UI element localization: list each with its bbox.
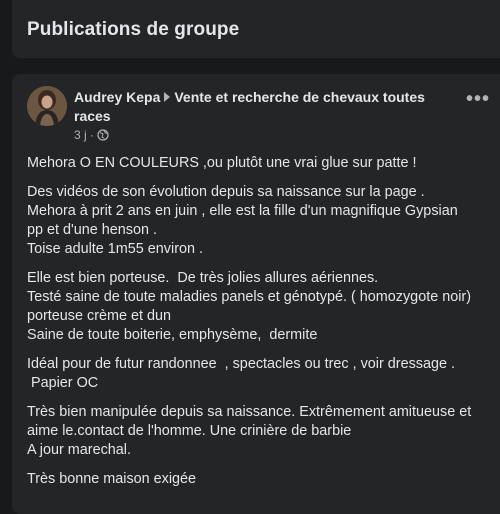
post-text-line: Des vidéos de son évolution depuis sa na…: [27, 184, 425, 200]
post-text-line: Testé saine de toute maladies panels et …: [27, 289, 471, 305]
post-author-line: Audrey Kepa Vente et recherche de chevaux…: [74, 88, 444, 126]
post-text-line: Toise adulte 1m55 environ .: [27, 241, 203, 257]
post-text-line: pp et d'une henson .: [27, 222, 157, 238]
post-paragraph: Très bonne maison exigée: [27, 470, 497, 489]
post-paragraph: Elle est bien porteuse. De très jolies a…: [27, 269, 497, 345]
post-paragraph: Très bien manipulée depuis sa naissance.…: [27, 403, 497, 460]
post-card: Audrey Kepa Vente et recherche de chevaux…: [12, 74, 500, 514]
author-name[interactable]: Audrey Kepa: [74, 89, 160, 105]
post-meta: 3 j ·: [74, 128, 109, 142]
post-text-line: Très bonne maison exigée: [27, 471, 197, 487]
post-text-line: Elle est bien porteuse. De très jolies a…: [27, 270, 379, 286]
post-text-line: Idéal pour de futur randonnee , spectacl…: [27, 356, 455, 372]
caret-right-icon: [164, 92, 171, 102]
avatar[interactable]: [27, 86, 67, 126]
post-text-line: Mehora O EN COULEURS ,ou plutôt une vrai…: [27, 155, 417, 171]
post-paragraph: Des vidéos de son évolution depuis sa na…: [27, 183, 497, 259]
post-body: Mehora O EN COULEURS ,ou plutôt une vrai…: [27, 154, 497, 499]
more-options-button[interactable]: •••: [464, 89, 492, 112]
post-time[interactable]: 3 j: [74, 128, 87, 142]
post-text-line: A jour marechal.: [27, 442, 131, 458]
header-card: Publications de groupe: [12, 0, 500, 58]
dot-separator: ·: [89, 128, 94, 142]
post-text-line: Papier OC: [27, 375, 99, 391]
post-text-line: porteuse crème et dun: [27, 308, 171, 324]
globe-icon: [97, 129, 109, 141]
post-text-line: Mehora à prit 2 ans en juin , elle est l…: [27, 203, 458, 219]
page-title: Publications de groupe: [27, 19, 240, 40]
post-text-line: Saine de toute boiterie, emphysème, derm…: [27, 327, 318, 343]
avatar-photo-icon: [27, 86, 67, 126]
post-paragraph: Mehora O EN COULEURS ,ou plutôt une vrai…: [27, 154, 497, 173]
post-text-line: Très bien manipulée depuis sa naissance.…: [27, 404, 472, 420]
post-text-line: aime le.contact de l'homme. Une crinière…: [27, 423, 352, 439]
post-paragraph: Idéal pour de futur randonnee , spectacl…: [27, 355, 497, 393]
